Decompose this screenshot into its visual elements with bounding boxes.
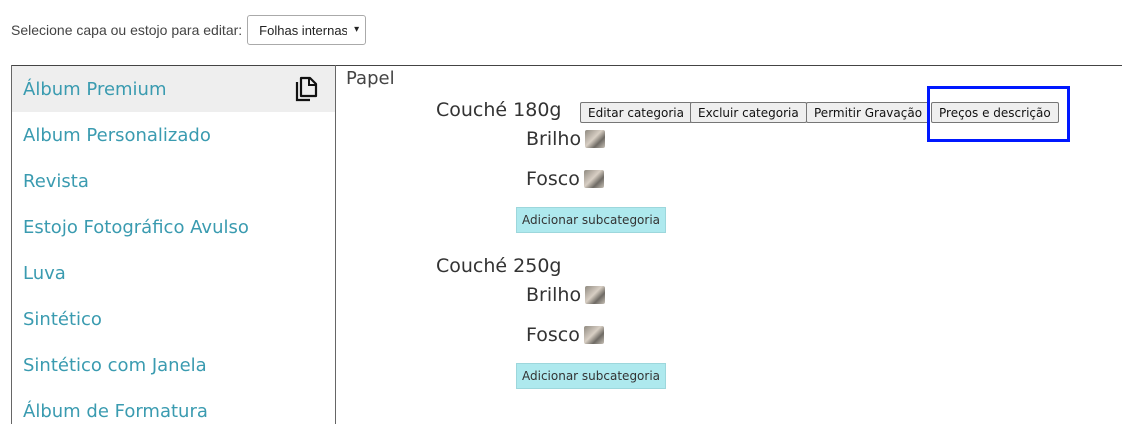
sidebar-item-label: Revista (23, 170, 89, 192)
allow-engraving-button[interactable]: Permitir Gravação (806, 102, 931, 123)
sidebar-item-sintetico[interactable]: Sintético (12, 296, 335, 342)
delete-category-button[interactable]: Excluir categoria (690, 102, 807, 123)
subcategory-name: Fosco (526, 168, 580, 190)
sidebar-item-sintetico-com-janela[interactable]: Sintético com Janela (12, 342, 335, 388)
subcategory-thumbnail[interactable] (583, 170, 604, 188)
subcategory-name: Fosco (526, 324, 580, 346)
cover-case-select[interactable]: Folhas internas ▾ (247, 15, 367, 45)
subcategory-thumbnail[interactable] (585, 130, 606, 148)
category-name: Couché 180g (436, 99, 562, 121)
sidebar-item-label: Álbum Premium (23, 78, 167, 100)
category-name: Couché 250g (436, 255, 562, 277)
editor-selector: Selecione capa ou estojo para editar: Fo… (11, 15, 367, 45)
cover-case-select-value: Folhas internas (259, 22, 348, 38)
chevron-down-icon: ▾ (354, 24, 360, 35)
sidebar-item-label: Album Personalizado (23, 124, 211, 146)
edit-category-button[interactable]: Editar categoria (580, 102, 692, 123)
sidebar-item-revista[interactable]: Revista (12, 158, 335, 204)
add-subcategory-button[interactable]: Adicionar subcategoria (516, 363, 667, 389)
add-subcategory-button[interactable]: Adicionar subcategoria (516, 207, 667, 233)
sidebar-item-estojo-fotografico-avulso[interactable]: Estojo Fotográfico Avulso (12, 204, 335, 250)
highlight-box (927, 86, 1070, 142)
subcategory-item: Fosco (526, 324, 604, 346)
sidebar-item-album-premium[interactable]: Álbum Premium (12, 66, 335, 112)
subcategory-item: Brilho (526, 128, 606, 150)
sidebar-border-right (335, 65, 336, 424)
sidebar: Álbum Premium Album Personalizado Revist… (12, 66, 335, 434)
subcategory-name: Brilho (526, 128, 582, 150)
sidebar-item-label: Luva (23, 262, 66, 284)
subcategory-thumbnail[interactable] (585, 286, 606, 304)
sidebar-item-album-personalizado[interactable]: Album Personalizado (12, 112, 335, 158)
subcategory-item: Brilho (526, 284, 606, 306)
sidebar-item-label: Sintético (23, 308, 102, 330)
sidebar-item-album-de-formatura[interactable]: Álbum de Formatura (12, 388, 335, 434)
selector-label: Selecione capa ou estojo para editar: (11, 22, 243, 38)
section-title: Papel (346, 68, 395, 89)
sidebar-item-label: Sintético com Janela (23, 354, 207, 376)
subcategory-thumbnail[interactable] (583, 326, 604, 344)
sidebar-item-luva[interactable]: Luva (12, 250, 335, 296)
subcategory-name: Brilho (526, 284, 582, 306)
sidebar-item-label: Estojo Fotográfico Avulso (23, 216, 249, 238)
sidebar-item-label: Álbum de Formatura (23, 400, 208, 422)
subcategory-item: Fosco (526, 168, 604, 190)
copy-icon[interactable] (295, 76, 319, 102)
